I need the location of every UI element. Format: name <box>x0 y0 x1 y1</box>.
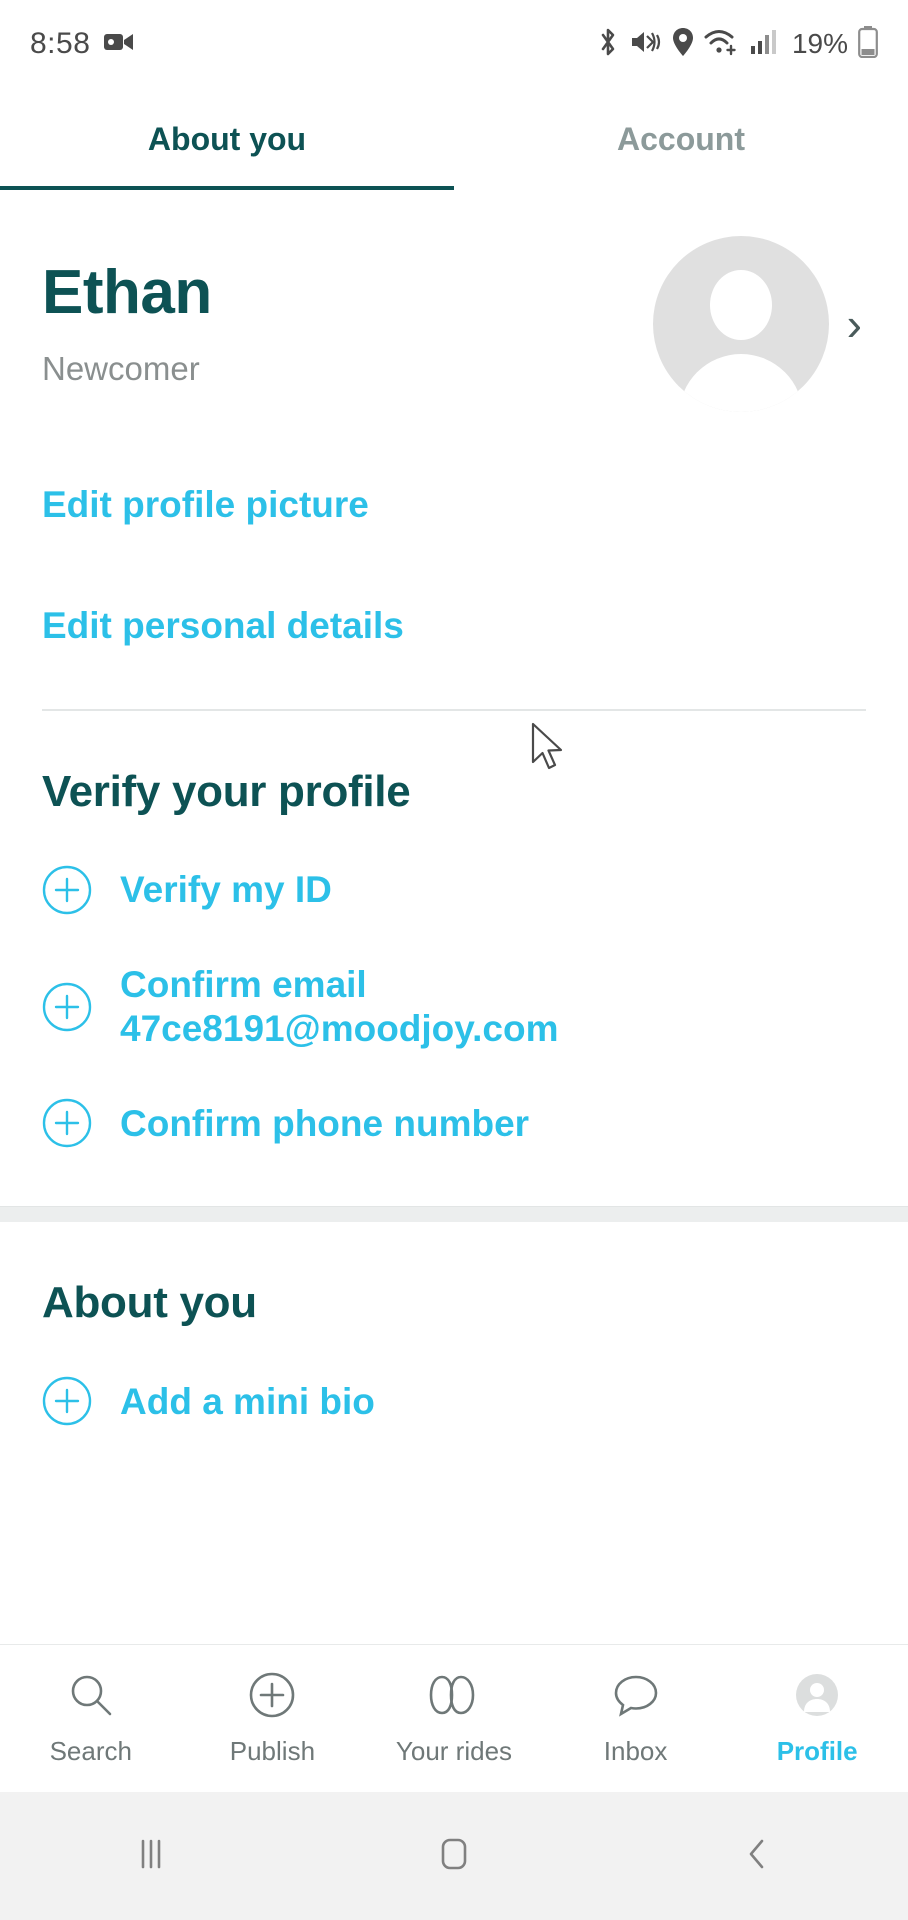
verify-my-id-label: Verify my ID <box>120 869 332 911</box>
rides-icon <box>428 1671 480 1724</box>
plus-circle-icon <box>42 1098 92 1148</box>
edit-profile-picture-link[interactable]: Edit profile picture <box>42 466 866 543</box>
tab-account[interactable]: Account <box>454 88 908 190</box>
home-icon <box>436 1835 472 1878</box>
nav-label-inbox: Inbox <box>603 1735 668 1766</box>
recents-icon <box>134 1835 168 1878</box>
person-avatar-icon[interactable] <box>652 236 829 412</box>
profile-name: Ethan <box>42 258 212 328</box>
nav-label-your-rides: Your rides <box>395 1735 513 1766</box>
avatar-area[interactable]: › <box>652 236 862 412</box>
battery-percent: 19% <box>791 28 848 59</box>
chevron-right-icon[interactable]: › <box>847 301 862 347</box>
chat-bubbles-icon <box>611 1671 661 1724</box>
plus-circle-icon <box>42 1376 92 1426</box>
home-button[interactable] <box>303 1835 606 1878</box>
battery-icon <box>858 25 878 63</box>
profile-header[interactable]: Ethan Newcomer › <box>0 190 908 412</box>
status-bar-right: 19% <box>596 25 878 63</box>
plus-circle-icon <box>248 1671 296 1724</box>
app-screen: 8:58 19% About you Account Ethan Newcome… <box>0 0 908 1920</box>
bluetooth-icon <box>596 27 620 62</box>
verify-section-title: Verify your profile <box>42 767 411 817</box>
confirm-email-label: Confirm email 47ce8191@moodjoy.com <box>120 964 559 1049</box>
nav-label-publish: Publish <box>229 1735 316 1766</box>
search-icon <box>67 1671 115 1724</box>
edit-links: Edit profile picture Edit personal detai… <box>0 412 908 663</box>
plus-circle-icon <box>42 982 92 1032</box>
back-button[interactable] <box>605 1835 908 1878</box>
recents-button[interactable] <box>0 1835 303 1878</box>
mute-vibrate-icon <box>630 28 662 61</box>
verify-my-id-row[interactable]: Verify my ID <box>42 817 866 915</box>
tab-bar: About you Account <box>0 88 908 190</box>
status-time: 8:58 <box>30 27 91 60</box>
nav-item-profile[interactable]: Profile <box>726 1671 908 1767</box>
person-icon <box>793 1671 841 1724</box>
profile-identity: Ethan Newcomer <box>42 260 653 387</box>
nav-item-inbox[interactable]: Inbox <box>545 1671 727 1767</box>
wifi-icon <box>704 28 740 61</box>
edit-personal-details-link[interactable]: Edit personal details <box>42 587 866 664</box>
avatar-body <box>678 354 803 412</box>
bottom-navigation: Search Publish Your rides Inbox Profile <box>0 1644 908 1792</box>
add-mini-bio-label: Add a mini bio <box>120 1380 375 1422</box>
confirm-phone-row[interactable]: Confirm phone number <box>42 1050 866 1148</box>
back-icon <box>742 1835 772 1878</box>
video-camera-icon <box>104 31 134 58</box>
about-section-title: About you <box>42 1278 257 1328</box>
about-you-section: About you Add a mini bio <box>0 1222 908 1426</box>
profile-status: Newcomer <box>42 349 200 387</box>
nav-item-search[interactable]: Search <box>0 1671 182 1767</box>
location-icon <box>672 27 694 62</box>
tab-about-you[interactable]: About you <box>0 88 454 190</box>
nav-label-profile: Profile <box>776 1735 858 1766</box>
android-navigation-bar <box>0 1792 908 1920</box>
plus-circle-icon <box>42 865 92 915</box>
verify-profile-section: Verify your profile Verify my ID Confirm… <box>0 711 908 1148</box>
status-bar: 8:58 19% <box>0 0 908 88</box>
nav-item-your-rides[interactable]: Your rides <box>363 1671 545 1767</box>
nav-label-search: Search <box>49 1735 132 1766</box>
nav-item-publish[interactable]: Publish <box>182 1671 364 1767</box>
add-mini-bio-row[interactable]: Add a mini bio <box>42 1328 866 1426</box>
avatar-head <box>709 270 772 340</box>
confirm-email-row[interactable]: Confirm email 47ce8191@moodjoy.com <box>42 915 866 1050</box>
confirm-phone-label: Confirm phone number <box>120 1102 530 1144</box>
status-bar-left: 8:58 <box>30 27 134 61</box>
cellular-signal-icon <box>750 29 776 60</box>
section-band <box>0 1206 908 1223</box>
